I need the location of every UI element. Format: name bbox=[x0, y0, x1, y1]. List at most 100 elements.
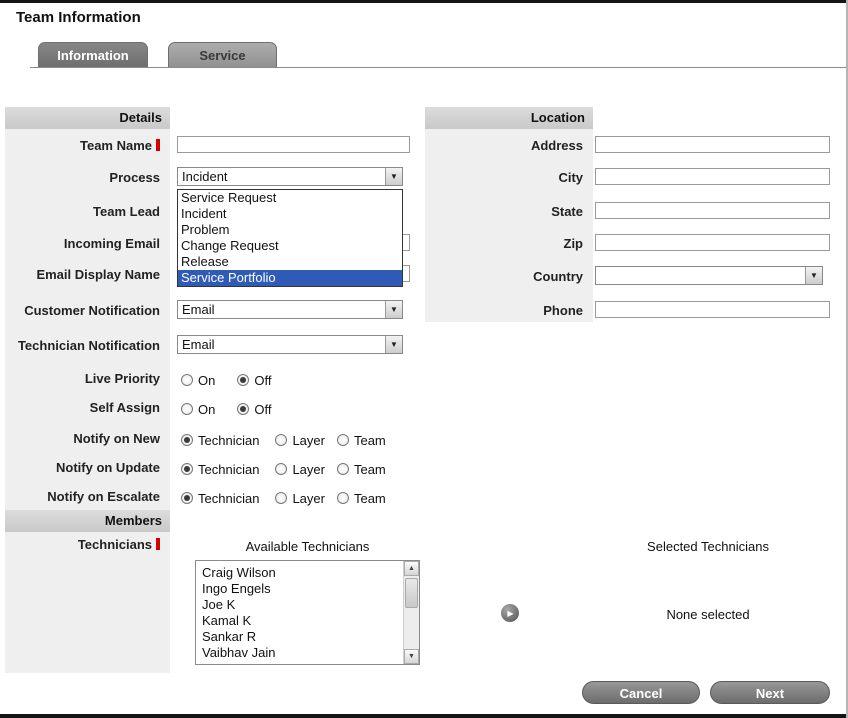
chevron-down-icon[interactable] bbox=[385, 301, 402, 318]
team-name-label: Team Name bbox=[5, 138, 165, 154]
chevron-down-icon[interactable] bbox=[385, 168, 402, 185]
process-dropdown-list: Service Request Incident Problem Change … bbox=[177, 189, 403, 287]
live-priority-on-radio[interactable] bbox=[181, 374, 193, 386]
notify-escalate-technician-radio[interactable] bbox=[181, 492, 193, 504]
process-option[interactable]: Problem bbox=[178, 222, 402, 238]
notify-new-team-option: Team bbox=[337, 433, 386, 448]
technician-notification-label: Technician Notification bbox=[5, 338, 165, 354]
self-assign-on-radio[interactable] bbox=[181, 403, 193, 415]
city-input[interactable] bbox=[595, 168, 830, 185]
process-select[interactable]: Incident bbox=[177, 167, 403, 186]
notify-update-technician-radio[interactable] bbox=[181, 463, 193, 475]
address-label: Address bbox=[425, 138, 588, 154]
notify-update-team-option: Team bbox=[337, 462, 386, 477]
tab-information[interactable]: Information bbox=[38, 42, 148, 68]
required-marker bbox=[156, 139, 160, 151]
zip-label: Zip bbox=[425, 236, 588, 252]
self-assign-off-radio[interactable] bbox=[237, 403, 249, 415]
notify-update-technician-option: Technician bbox=[181, 462, 259, 477]
details-label-column bbox=[5, 107, 170, 673]
live-priority-group: On Off bbox=[181, 372, 271, 388]
required-marker bbox=[156, 538, 160, 550]
process-option[interactable]: Incident bbox=[178, 206, 402, 222]
technician-notification-select[interactable]: Email bbox=[177, 335, 403, 354]
notify-new-layer-radio[interactable] bbox=[275, 434, 287, 446]
notify-new-technician-radio[interactable] bbox=[181, 434, 193, 446]
team-name-input[interactable] bbox=[177, 136, 410, 153]
notify-new-team-radio[interactable] bbox=[337, 434, 349, 446]
next-button[interactable]: Next bbox=[710, 681, 830, 704]
process-option-highlighted[interactable]: Service Portfolio bbox=[178, 270, 402, 286]
notify-on-new-group: Technician Layer Team bbox=[181, 432, 386, 448]
process-label: Process bbox=[5, 170, 165, 186]
live-priority-label: Live Priority bbox=[5, 371, 165, 387]
notify-new-technician-option: Technician bbox=[181, 433, 259, 448]
technician-list: Craig Wilson Ingo Engels Joe K Kamal K S… bbox=[196, 561, 419, 661]
team-information-window: Team Information Information Service Det… bbox=[0, 0, 848, 718]
cancel-button[interactable]: Cancel bbox=[582, 681, 700, 704]
details-section-header: Details bbox=[5, 107, 170, 129]
live-priority-off-radio[interactable] bbox=[237, 374, 249, 386]
scroll-down-icon[interactable]: ▼ bbox=[404, 649, 419, 664]
phone-label: Phone bbox=[425, 303, 588, 319]
location-section-header: Location bbox=[425, 107, 593, 129]
scrollbar-thumb[interactable] bbox=[405, 578, 418, 608]
zip-input[interactable] bbox=[595, 234, 830, 251]
chevron-down-icon[interactable] bbox=[805, 267, 822, 284]
scroll-up-icon[interactable]: ▲ bbox=[404, 561, 419, 576]
notify-on-update-group: Technician Layer Team bbox=[181, 461, 386, 477]
city-label: City bbox=[425, 170, 588, 186]
incoming-email-label: Incoming Email bbox=[5, 236, 165, 252]
notify-on-update-label: Notify on Update bbox=[5, 460, 165, 476]
notify-escalate-team-radio[interactable] bbox=[337, 492, 349, 504]
list-item[interactable]: Sankar R bbox=[196, 629, 419, 645]
customer-notification-label: Customer Notification bbox=[5, 303, 165, 319]
email-display-name-label: Email Display Name bbox=[5, 267, 165, 283]
members-section-header: Members bbox=[5, 510, 170, 532]
chevron-down-icon[interactable] bbox=[385, 336, 402, 353]
notify-on-escalate-label: Notify on Escalate bbox=[5, 489, 165, 505]
list-item[interactable]: Craig Wilson bbox=[196, 565, 419, 581]
notify-update-team-radio[interactable] bbox=[337, 463, 349, 475]
self-assign-on-option: On bbox=[181, 402, 215, 417]
notify-update-layer-radio[interactable] bbox=[275, 463, 287, 475]
tab-service[interactable]: Service bbox=[168, 42, 277, 68]
notify-escalate-layer-radio[interactable] bbox=[275, 492, 287, 504]
notify-escalate-technician-option: Technician bbox=[181, 491, 259, 506]
tab-strip-divider bbox=[30, 67, 846, 68]
phone-input[interactable] bbox=[595, 301, 830, 318]
country-label: Country bbox=[425, 269, 588, 285]
selected-technicians-empty: None selected bbox=[598, 607, 818, 622]
team-lead-label: Team Lead bbox=[5, 204, 165, 220]
live-priority-on-option: On bbox=[181, 373, 215, 388]
notify-escalate-team-option: Team bbox=[337, 491, 386, 506]
self-assign-off-option: Off bbox=[237, 402, 271, 417]
technicians-label: Technicians bbox=[5, 537, 165, 553]
list-item[interactable]: Vaibhav Jain bbox=[196, 645, 419, 661]
notify-on-escalate-group: Technician Layer Team bbox=[181, 490, 386, 506]
technician-notification-value: Email bbox=[178, 336, 402, 353]
window-top-border bbox=[0, 0, 846, 3]
window-bottom-border bbox=[0, 714, 846, 718]
process-option[interactable]: Release bbox=[178, 254, 402, 270]
list-item[interactable]: Ingo Engels bbox=[196, 581, 419, 597]
customer-notification-value: Email bbox=[178, 301, 402, 318]
move-right-button[interactable] bbox=[501, 604, 519, 622]
live-priority-off-option: Off bbox=[237, 373, 271, 388]
list-item[interactable]: Joe K bbox=[196, 597, 419, 613]
notify-on-new-label: Notify on New bbox=[5, 431, 165, 447]
notify-update-layer-option: Layer bbox=[275, 462, 325, 477]
process-option[interactable]: Change Request bbox=[178, 238, 402, 254]
country-select[interactable] bbox=[595, 266, 823, 285]
state-label: State bbox=[425, 204, 588, 220]
list-item[interactable]: Kamal K bbox=[196, 613, 419, 629]
state-input[interactable] bbox=[595, 202, 830, 219]
customer-notification-select[interactable]: Email bbox=[177, 300, 403, 319]
available-technicians-listbox[interactable]: Craig Wilson Ingo Engels Joe K Kamal K S… bbox=[195, 560, 420, 665]
address-input[interactable] bbox=[595, 136, 830, 153]
selected-technicians-header: Selected Technicians bbox=[598, 539, 818, 554]
notify-new-layer-option: Layer bbox=[275, 433, 325, 448]
process-option[interactable]: Service Request bbox=[178, 190, 402, 206]
listbox-scrollbar[interactable]: ▲ ▼ bbox=[403, 561, 419, 664]
notify-escalate-layer-option: Layer bbox=[275, 491, 325, 506]
